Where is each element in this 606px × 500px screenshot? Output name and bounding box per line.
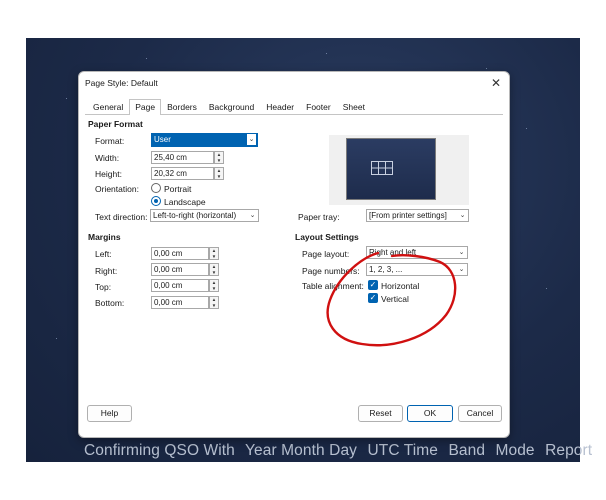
horizontal-label: Horizontal: [381, 281, 420, 291]
chevron-down-icon: ⌄: [247, 134, 256, 145]
preview-page: [346, 138, 436, 200]
tab-borders[interactable]: Borders: [161, 99, 203, 114]
left-margin-spinner[interactable]: ▲ ▼: [209, 247, 219, 260]
chevron-down-icon: ⌄: [457, 247, 466, 258]
caption-word: Band: [448, 442, 486, 459]
dialog-titlebar: Page Style: Default ✕: [79, 72, 509, 94]
portrait-label: Portrait: [164, 184, 192, 194]
top-margin-spinner[interactable]: ▲ ▼: [209, 279, 219, 292]
chevron-down-icon: ⌄: [457, 264, 466, 275]
margins-heading: Margins: [88, 232, 121, 242]
paper-tray-label: Paper tray:: [298, 212, 340, 222]
tab-sheet[interactable]: Sheet: [337, 99, 371, 114]
width-label: Width:: [95, 153, 120, 163]
top-margin-field[interactable]: 0,00 cm: [151, 279, 209, 292]
tab-header[interactable]: Header: [260, 99, 300, 114]
chevron-down-icon: ⌄: [248, 210, 257, 221]
caption-word: UTC Time: [367, 442, 439, 459]
page-numbers-value: 1, 2, 3, ...: [369, 265, 403, 274]
reset-button[interactable]: Reset: [358, 405, 403, 422]
paper-tray-value: [From printer settings]: [369, 211, 447, 220]
text-direction-dropdown[interactable]: Left-to-right (horizontal) ⌄: [150, 209, 259, 222]
height-label: Height:: [95, 169, 122, 179]
page-layout-dropdown[interactable]: Right and left ⌄: [366, 246, 468, 259]
format-dropdown[interactable]: User ⌄: [151, 133, 258, 147]
vertical-checkbox[interactable]: ✓: [368, 293, 378, 303]
table-grid-icon: [371, 161, 393, 175]
horizontal-checkbox[interactable]: ✓: [368, 280, 378, 290]
right-margin-label: Right:: [95, 266, 118, 276]
height-field[interactable]: 20,32 cm: [151, 167, 214, 180]
orientation-label: Orientation:: [95, 184, 139, 194]
page-layout-value: Right and left: [369, 248, 417, 257]
height-spinner[interactable]: ▲ ▼: [214, 167, 224, 180]
left-margin-label: Left:: [95, 249, 112, 259]
text-direction-label: Text direction:: [95, 212, 148, 222]
background-caption: Confirming QSO With Year Month Day UTC T…: [84, 442, 592, 460]
paper-format-heading: Paper Format: [88, 119, 143, 129]
table-alignment-label: Table alignment:: [302, 281, 364, 291]
caption-word: Mode: [495, 442, 535, 459]
tab-general[interactable]: General: [87, 99, 129, 114]
caption-word: Report: [545, 442, 593, 459]
caption-word: Year Month Day: [245, 442, 358, 459]
caption-word: Confirming QSO With: [84, 442, 235, 459]
cancel-button[interactable]: Cancel: [458, 405, 502, 422]
close-icon[interactable]: ✕: [491, 76, 501, 90]
dialog-title: Page Style: Default: [85, 78, 158, 88]
tab-background[interactable]: Background: [203, 99, 260, 114]
format-value: User: [154, 135, 171, 144]
landscape-label: Landscape: [164, 197, 206, 207]
page-style-dialog: Page Style: Default ✕ General Page Borde…: [78, 71, 510, 438]
width-field[interactable]: 25,40 cm: [151, 151, 214, 164]
landscape-radio[interactable]: [151, 196, 161, 206]
bottom-margin-field[interactable]: 0,00 cm: [151, 296, 209, 309]
help-button[interactable]: Help: [87, 405, 132, 422]
tab-footer[interactable]: Footer: [300, 99, 337, 114]
page-numbers-label: Page numbers:: [302, 266, 360, 276]
text-direction-value: Left-to-right (horizontal): [153, 211, 237, 220]
bottom-margin-spinner[interactable]: ▲ ▼: [209, 296, 219, 309]
chevron-down-icon: ⌄: [458, 210, 467, 221]
page-preview: [329, 135, 469, 205]
layout-settings-heading: Layout Settings: [295, 232, 359, 242]
ok-button[interactable]: OK: [407, 405, 453, 422]
portrait-radio[interactable]: [151, 183, 161, 193]
bottom-margin-label: Bottom:: [95, 298, 125, 308]
vertical-label: Vertical: [381, 294, 409, 304]
right-margin-spinner[interactable]: ▲ ▼: [209, 263, 219, 276]
right-margin-field[interactable]: 0,00 cm: [151, 263, 209, 276]
left-margin-field[interactable]: 0,00 cm: [151, 247, 209, 260]
page-numbers-dropdown[interactable]: 1, 2, 3, ... ⌄: [366, 263, 468, 276]
tab-page[interactable]: Page: [129, 99, 162, 115]
page-layout-label: Page layout:: [302, 249, 350, 259]
paper-tray-dropdown[interactable]: [From printer settings] ⌄: [366, 209, 469, 222]
top-margin-label: Top:: [95, 282, 112, 292]
tab-bar: General Page Borders Background Header F…: [87, 99, 371, 115]
format-label: Format:: [95, 136, 125, 146]
width-spinner[interactable]: ▲ ▼: [214, 151, 224, 164]
